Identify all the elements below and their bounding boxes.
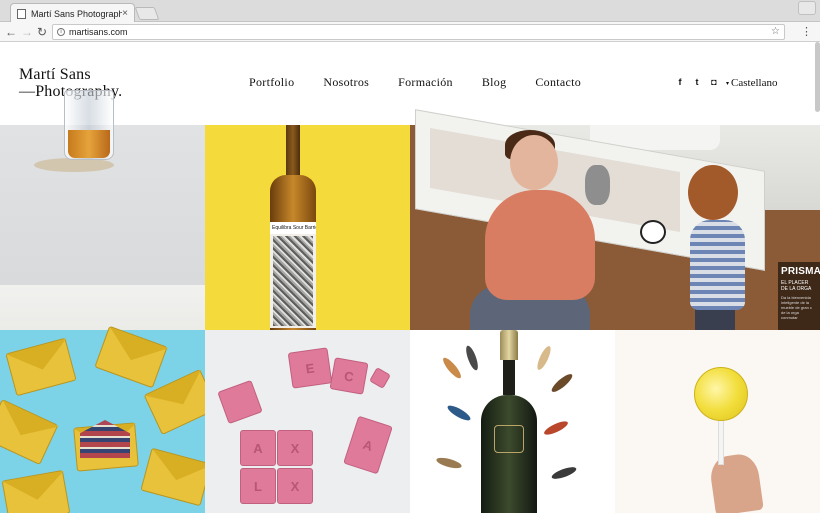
chevron-down-icon: ▾	[726, 80, 730, 87]
lollipop-stick	[718, 420, 724, 465]
glass-shadow	[34, 158, 114, 172]
window-control-button[interactable]	[798, 1, 816, 15]
ad-title: PRISMA	[781, 266, 820, 277]
browser-menu-icon[interactable]: ⋮	[801, 25, 812, 39]
tab-title: Martí Sans Photography	[31, 8, 123, 19]
nav-formacion[interactable]: Formación	[398, 75, 453, 90]
nav-contacto[interactable]: Contacto	[535, 75, 581, 90]
chocolate-piece: X	[277, 468, 313, 504]
page-favicon-icon	[17, 8, 26, 19]
ad-overlay: PRISMA EL PLACER DE LA ORGA Da la bienve…	[778, 262, 820, 330]
language-selector[interactable]: ▾ Castellano	[726, 77, 777, 89]
tab-close-icon[interactable]: ×	[122, 8, 128, 19]
panda-toy	[640, 220, 666, 244]
chocolate-piece: A	[240, 430, 276, 466]
language-label: Castellano	[731, 77, 778, 89]
lollipop-image	[694, 367, 748, 421]
forward-icon[interactable]: →	[20, 24, 34, 40]
scrollbar-thumb[interactable]	[815, 42, 820, 112]
bottle-label-art	[273, 236, 313, 326]
site-info-icon[interactable]: i	[57, 28, 65, 36]
main-nav: Portfolio Nosotros Formación Blog Contac…	[249, 75, 610, 90]
bottle-neck	[286, 125, 300, 180]
chocolate-piece: C	[329, 357, 369, 395]
facebook-icon[interactable]: f	[676, 77, 684, 87]
woman-head	[510, 135, 558, 190]
woman-figure	[485, 190, 595, 300]
whisky-liquid	[68, 130, 110, 158]
champagne-label	[494, 425, 524, 453]
back-icon[interactable]: ←	[4, 24, 18, 40]
champagne-foil	[500, 330, 518, 360]
chocolate-piece: L	[240, 468, 276, 504]
new-tab-button[interactable]	[134, 7, 160, 20]
nav-portfolio[interactable]: Portfolio	[249, 75, 294, 90]
twitter-icon[interactable]: t	[693, 77, 701, 87]
chocolate-piece: X	[277, 430, 313, 466]
instagram-icon[interactable]: ◘	[710, 77, 718, 87]
bookmark-star-icon[interactable]: ☆	[771, 25, 780, 39]
browser-tab[interactable]: Martí Sans Photography ×	[10, 3, 135, 23]
toy-figure	[585, 165, 610, 205]
browser-toolbar: ← → ↻ i martisans.com ☆ ⋮	[0, 22, 820, 42]
nav-nosotros[interactable]: Nosotros	[323, 75, 369, 90]
browser-tabstrip: Martí Sans Photography ×	[0, 0, 820, 23]
address-bar[interactable]: i martisans.com ☆	[52, 24, 785, 40]
social-links: f t ◘	[676, 77, 718, 87]
boy-head	[688, 165, 738, 220]
chocolate-piece: E	[287, 347, 333, 389]
nav-blog[interactable]: Blog	[482, 75, 507, 90]
boy-figure	[690, 220, 745, 310]
site-header: Martí Sans —Photography. Portfolio Nosot…	[0, 42, 820, 125]
ad-subtitle-2: DE LA ORGA	[781, 286, 812, 292]
bottle-label-text: Equilibra Sour Barrica	[270, 222, 316, 234]
champagne-bottle-image	[481, 395, 537, 513]
ad-body-line: conmutar	[781, 315, 798, 320]
logo-line-1: Martí Sans	[19, 66, 91, 83]
url-text: martisans.com	[69, 27, 128, 37]
reload-icon[interactable]: ↻	[35, 24, 49, 40]
